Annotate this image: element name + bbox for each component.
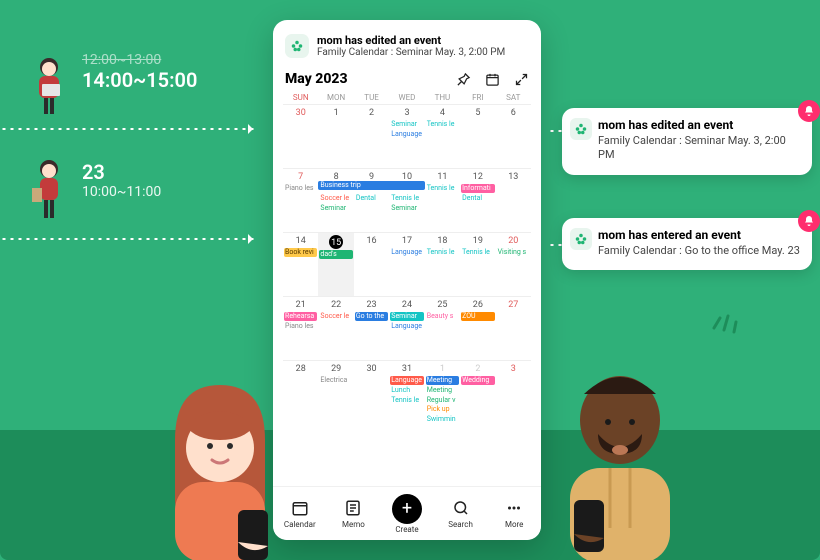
event-chip[interactable]: Language	[390, 248, 423, 257]
bell-badge-icon	[798, 100, 820, 122]
calendar-view-icon[interactable]	[485, 72, 500, 87]
avatar-woman-bag	[28, 158, 70, 220]
header-tools	[456, 72, 529, 87]
plus-icon: +	[392, 494, 422, 524]
event-chip[interactable]: Tennis le	[461, 248, 494, 257]
event-chip[interactable]: Seminar	[390, 312, 423, 321]
dotted-arrow-1	[0, 128, 256, 130]
event-chip[interactable]: Book revi	[284, 248, 317, 257]
toast-body: Family Calendar : Seminar May. 3, 2:00 P…	[317, 47, 505, 59]
nav-create[interactable]: + Create	[380, 494, 434, 534]
dow-wed: WED	[389, 93, 424, 102]
nav-label: Memo	[342, 520, 365, 529]
phone-calendar: mom has edited an event Family Calendar …	[273, 20, 541, 540]
event-chip[interactable]: Tennis le	[426, 120, 459, 129]
dow-mon: MON	[318, 93, 353, 102]
nav-search[interactable]: Search	[434, 499, 488, 529]
event-chip[interactable]: Lunch	[390, 386, 423, 395]
notification-card-2[interactable]: mom has entered an event Family Calendar…	[562, 218, 812, 270]
event-chip[interactable]: Dental	[355, 194, 388, 203]
notification-title: mom has entered an event	[598, 228, 800, 242]
person-man-phone	[520, 350, 720, 560]
expand-icon[interactable]	[514, 72, 529, 87]
dow-tue: TUE	[354, 93, 389, 102]
toast-title: mom has edited an event	[317, 34, 505, 47]
avatar-woman-laptop	[28, 56, 70, 116]
event-chip[interactable]: Soccer le	[319, 194, 352, 203]
dow-sat: SAT	[496, 93, 531, 102]
notification-card-1[interactable]: mom has edited an event Family Calendar …	[562, 108, 812, 175]
event-span[interactable]: Business trip	[318, 181, 424, 190]
bell-badge-icon	[798, 210, 820, 232]
calendar-header: May 2023	[283, 69, 531, 93]
new-day: 23	[82, 160, 161, 184]
event-chip[interactable]: Language	[390, 322, 423, 331]
event-chip[interactable]: Seminar	[390, 204, 423, 213]
pin-icon[interactable]	[456, 72, 471, 87]
event-chip[interactable]: Seminar	[319, 204, 352, 213]
nav-memo[interactable]: Memo	[327, 499, 381, 529]
dow-thu: THU	[425, 93, 460, 102]
nav-label: Search	[448, 520, 473, 529]
event-chip[interactable]: dad's	[319, 250, 352, 259]
bottom-nav: Calendar Memo + Create Search More	[273, 486, 541, 540]
event-chip[interactable]: Meeting	[426, 376, 459, 385]
event-chip[interactable]: Piano les	[284, 322, 317, 331]
event-chip[interactable]: Tennis le	[390, 396, 423, 405]
old-time: 12:00~13:00	[82, 52, 197, 68]
calendar-grid[interactable]: 30 1 2 3 Seminar Language 4 Tennis le 5 …	[283, 104, 531, 540]
dow-sun: SUN	[283, 93, 318, 102]
dotted-arrow-2	[0, 238, 256, 240]
event-chip[interactable]: Dental	[461, 194, 494, 203]
event-chip[interactable]: Visiting s	[497, 248, 530, 257]
event-chip[interactable]: ZOU	[461, 312, 494, 321]
event-chip[interactable]: Tennis le	[390, 194, 423, 203]
event-chip[interactable]: Electrica	[319, 376, 352, 385]
event-chip[interactable]: Go to the	[355, 312, 388, 321]
notification-body: Family Calendar : Go to the office May. …	[598, 244, 800, 258]
in-app-toast[interactable]: mom has edited an event Family Calendar …	[283, 30, 531, 69]
nav-label: Create	[395, 525, 418, 534]
dow-fri: FRI	[460, 93, 495, 102]
event-chip[interactable]: Rehearsa	[284, 312, 317, 321]
notification-title: mom has edited an event	[598, 118, 800, 132]
event-chip[interactable]: Seminar	[390, 120, 423, 129]
notification-body: Family Calendar : Seminar May. 3, 2:00 P…	[598, 134, 800, 163]
event-chip[interactable]: Language	[390, 130, 423, 139]
event-chip[interactable]: Pick up	[426, 405, 459, 414]
event-chip[interactable]: Beauty s	[426, 312, 459, 321]
month-label[interactable]: May 2023	[285, 71, 348, 87]
event-chip[interactable]: Tennis le	[426, 248, 459, 257]
spark-icon	[710, 310, 740, 340]
event-chip[interactable]: Wedding	[461, 376, 494, 385]
event-chip[interactable]: Language	[390, 376, 423, 385]
new-day-time: 10:00~11:00	[82, 184, 161, 200]
time-edit-block: 12:00~13:00 14:00~15:00	[82, 52, 197, 92]
person-woman-phone	[120, 370, 310, 560]
event-chip[interactable]: Piano les	[284, 184, 317, 193]
flower-icon	[570, 228, 592, 250]
event-chip[interactable]: Swimmin	[426, 415, 459, 424]
date-edit-block: 23 10:00~11:00	[82, 160, 161, 200]
flower-icon	[285, 34, 309, 58]
new-time: 14:00~15:00	[82, 68, 197, 92]
event-chip[interactable]: Soccer le	[319, 312, 352, 321]
day-of-week-row: SUN MON TUE WED THU FRI SAT	[283, 93, 531, 104]
event-chip[interactable]: Regular v	[426, 396, 459, 405]
flower-icon	[570, 118, 592, 140]
event-chip[interactable]: Informati	[461, 184, 494, 193]
event-chip[interactable]: Tennis le	[426, 184, 459, 193]
event-chip[interactable]: Meeting	[426, 386, 459, 395]
